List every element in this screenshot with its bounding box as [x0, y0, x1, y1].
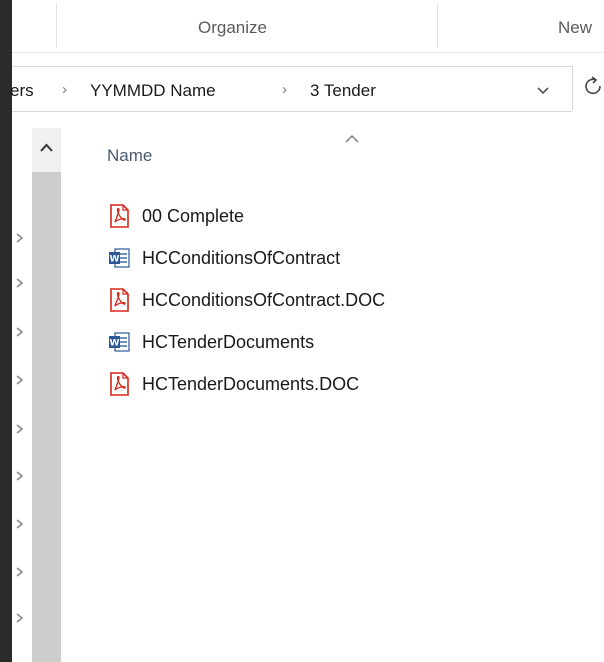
breadcrumb-item[interactable]: YYMMDD Name	[90, 81, 216, 101]
pdf-file-icon	[108, 372, 130, 396]
chevron-right-icon[interactable]	[14, 612, 26, 624]
file-item[interactable]: HCTenderDocuments.DOC	[108, 369, 568, 399]
sort-ascending-icon[interactable]	[344, 134, 360, 144]
chevron-right-icon[interactable]	[14, 326, 26, 338]
chevron-right-icon[interactable]	[14, 374, 26, 386]
file-name[interactable]: HCTenderDocuments	[142, 332, 314, 353]
chevron-right-icon[interactable]	[14, 470, 26, 482]
address-box[interactable]: ers › YYMMDD Name › 3 Tender	[10, 66, 572, 112]
chevron-right-icon[interactable]	[14, 566, 26, 578]
ribbon-group-new: New	[558, 18, 593, 37]
file-name[interactable]: HCConditionsOfContract.DOC	[142, 290, 385, 311]
scroll-up-arrow-icon[interactable]	[32, 132, 61, 162]
nav-pane-scrollbar-thumb[interactable]	[32, 172, 61, 662]
chevron-right-icon[interactable]	[14, 277, 26, 289]
column-header-name[interactable]: Name	[107, 146, 152, 166]
chevron-down-icon[interactable]	[532, 79, 554, 101]
pdf-file-icon	[108, 288, 130, 312]
chevron-right-icon[interactable]	[14, 518, 26, 530]
breadcrumb-item[interactable]: ers	[10, 81, 34, 101]
word-document-icon: W	[108, 330, 130, 354]
breadcrumb-separator-icon[interactable]: ›	[62, 81, 67, 98]
ribbon-separator	[437, 4, 438, 48]
refresh-icon[interactable]	[582, 74, 604, 98]
file-item[interactable]: W HCTenderDocuments	[108, 327, 568, 357]
file-explorer-window: Organize New ers › YYMMDD Name › 3 Tende…	[10, 0, 604, 662]
word-document-icon: W	[108, 246, 130, 270]
breadcrumb-separator-icon[interactable]: ›	[282, 81, 287, 98]
svg-text:W: W	[110, 339, 120, 349]
file-name[interactable]: HCTenderDocuments.DOC	[142, 374, 359, 395]
chevron-right-icon[interactable]	[14, 423, 26, 435]
breadcrumb-item-current[interactable]: 3 Tender	[310, 81, 376, 101]
file-name[interactable]: HCConditionsOfContract	[142, 248, 340, 269]
file-item[interactable]: HCConditionsOfContract.DOC	[108, 285, 568, 315]
file-item[interactable]: 00 Complete	[108, 201, 568, 231]
ribbon-group-organize: Organize	[198, 18, 267, 37]
pdf-file-icon	[108, 204, 130, 228]
file-item[interactable]: W HCConditionsOfContract	[108, 243, 568, 273]
file-name[interactable]: 00 Complete	[142, 206, 244, 227]
ribbon-group-header: Organize New	[12, 0, 604, 53]
chevron-right-icon[interactable]	[14, 232, 26, 244]
address-bar[interactable]: ers › YYMMDD Name › 3 Tender	[10, 62, 604, 114]
address-separator	[572, 66, 573, 110]
ribbon-separator	[56, 4, 57, 48]
svg-text:W: W	[110, 255, 120, 265]
